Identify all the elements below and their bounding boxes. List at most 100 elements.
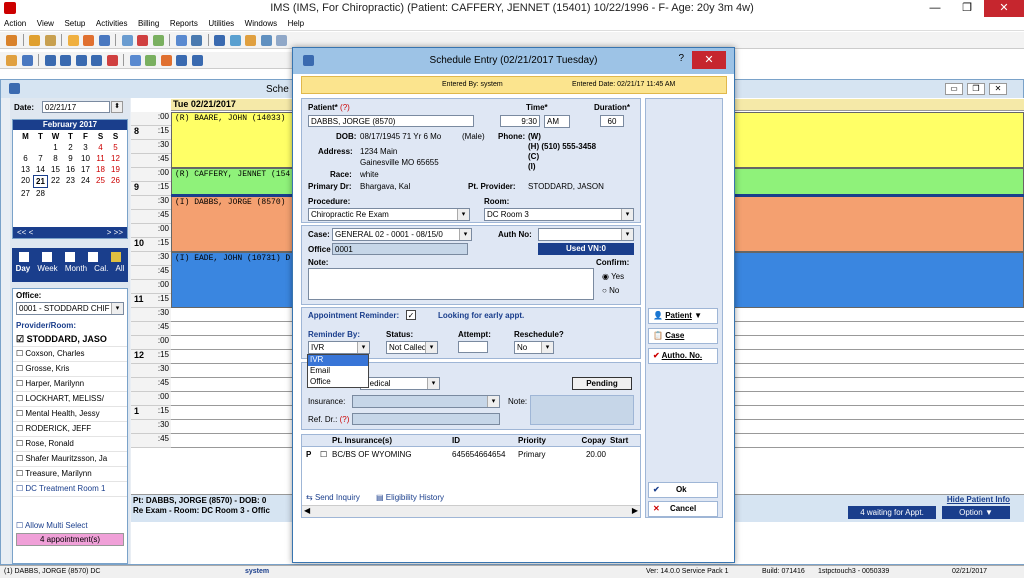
calendar-day[interactable]: 28 <box>33 188 48 199</box>
all-view-icon[interactable] <box>111 252 122 262</box>
patient-button[interactable]: 👤 Patient ▼ <box>648 308 718 324</box>
chart-icon[interactable] <box>83 35 95 46</box>
calendar-day[interactable]: 11 <box>93 153 108 164</box>
calendar-day[interactable]: 3 <box>78 142 93 153</box>
cal-view-icon[interactable] <box>88 252 99 262</box>
ref-dr-field[interactable] <box>352 413 500 425</box>
calendar-day[interactable]: 22 <box>48 175 63 188</box>
scan-icon[interactable] <box>260 35 272 46</box>
provider-item[interactable]: ☐ RODERICK, JEFF <box>13 422 127 437</box>
list-icon[interactable] <box>152 35 164 46</box>
tools-icon[interactable] <box>245 35 257 46</box>
option-button[interactable]: Option ▼ <box>942 506 1010 519</box>
menu-setup[interactable]: Setup <box>60 17 89 30</box>
calendar-icon[interactable] <box>106 55 118 66</box>
provider-item[interactable]: ☐ LOCKHART, MELISS/ <box>13 392 127 407</box>
menu-billing[interactable]: Billing <box>134 17 163 30</box>
calendar-day[interactable]: 15 <box>48 164 63 175</box>
minimize-icon[interactable]: — <box>920 0 950 17</box>
room-select[interactable]: DC Room 3 ▾ <box>484 208 634 221</box>
dialog-close-icon[interactable]: ✕ <box>692 51 726 69</box>
patient-help-link[interactable]: (?) <box>340 103 350 112</box>
stop-icon[interactable] <box>191 55 203 66</box>
send-inquiry-link[interactable]: ⇆ Send Inquiry <box>306 493 360 502</box>
hide-patient-info-link[interactable]: Hide Patient Info <box>947 495 1010 504</box>
provider-checkbox[interactable]: ☐ <box>16 394 25 403</box>
child-minimize-icon[interactable]: ▭ <box>945 83 963 95</box>
provider-item[interactable]: ☐ Grosse, Kris <box>13 362 127 377</box>
patient-field[interactable]: DABBS, JORGE (8570) <box>308 115 474 127</box>
reschedule-select[interactable]: No ▾ <box>514 341 554 354</box>
reminder-option-office[interactable]: Office <box>308 377 368 388</box>
calendar-day[interactable]: 24 <box>78 175 93 188</box>
grid-icon[interactable] <box>175 35 187 46</box>
provider-item[interactable]: ☐ Shafer Mauritzsson, Ja <box>13 452 127 467</box>
provider-item[interactable]: ☑ STODDARD, JASO <box>13 332 127 347</box>
calendar-day[interactable]: 1 <box>48 142 63 153</box>
calendar-day[interactable]: 25 <box>93 175 108 188</box>
provider-checkbox[interactable]: ☐ <box>16 364 25 373</box>
calendar-day[interactable]: 12 <box>108 153 123 164</box>
procedure-select[interactable]: Chiropractic Re Exam ▾ <box>308 208 470 221</box>
calendar-day[interactable]: 10 <box>78 153 93 164</box>
medical-select[interactable]: Medical ▾ <box>360 377 440 390</box>
week-view-icon[interactable] <box>41 252 52 262</box>
menu-help[interactable]: Help <box>284 17 308 30</box>
child-restore-icon[interactable]: ❐ <box>967 83 985 95</box>
allow-multi-select[interactable]: ☐ Allow Multi Select <box>16 521 88 530</box>
flag-icon[interactable] <box>21 55 33 66</box>
provider-checkbox[interactable]: ☐ <box>16 484 25 493</box>
note-field[interactable] <box>308 268 594 300</box>
cancel-button[interactable]: ✕ Cancel <box>648 501 718 517</box>
calendar-day[interactable]: 16 <box>63 164 78 175</box>
globe-icon[interactable] <box>229 35 241 46</box>
calendar-day[interactable]: 19 <box>108 164 123 175</box>
provider-checkbox[interactable]: ☐ <box>16 409 25 418</box>
help-icon[interactable] <box>176 55 188 66</box>
calendar-day[interactable]: 21 <box>33 175 48 188</box>
table-row[interactable]: P ☐ BC/BS OF WYOMING 645654664654 Primar… <box>302 449 640 461</box>
close-icon[interactable]: ✕ <box>984 0 1024 17</box>
day-view-icon[interactable] <box>18 252 29 262</box>
date-spin-icon[interactable]: ⬍ <box>111 101 123 113</box>
folder-icon[interactable] <box>67 35 79 46</box>
menu-view[interactable]: View <box>33 17 58 30</box>
time-field[interactable]: 9:30 <box>500 115 540 127</box>
provider-checkbox[interactable]: ☑ <box>16 334 27 344</box>
view-cal[interactable]: Cal. <box>94 264 108 273</box>
restore-icon[interactable]: ❐ <box>952 0 982 17</box>
calendar-day[interactable]: 20 <box>18 175 33 188</box>
calendar-day[interactable]: 17 <box>78 164 93 175</box>
menu-windows[interactable]: Windows <box>241 17 281 30</box>
status-select[interactable]: Not Called ▾ <box>386 341 438 354</box>
case-button[interactable]: 📋 Case <box>648 328 718 344</box>
reminder-checkbox[interactable]: ✓ <box>406 310 416 320</box>
provider-item[interactable]: ☐ Coxson, Charles <box>13 347 127 362</box>
refresh-icon[interactable] <box>145 55 157 66</box>
provider-item[interactable]: ☐ Harper, Marilynn <box>13 377 127 392</box>
ampm-select[interactable]: AM <box>544 115 570 128</box>
reminder-option-email[interactable]: Email <box>308 366 368 377</box>
calendar-day[interactable]: 23 <box>63 175 78 188</box>
calendar-day[interactable]: 5 <box>108 142 123 153</box>
eligibility-history-link[interactable]: ▤ Eligibility History <box>376 493 444 502</box>
reminder-option-ivr[interactable]: IVR <box>308 355 368 366</box>
first-icon[interactable] <box>44 55 56 66</box>
menu-utilities[interactable]: Utilities <box>204 17 238 30</box>
calendar-day[interactable]: 14 <box>33 164 48 175</box>
calendar-day[interactable]: 26 <box>108 175 123 188</box>
menu-action[interactable]: Action <box>0 17 30 30</box>
document-icon[interactable] <box>98 35 110 46</box>
view-day[interactable]: Day <box>16 264 31 273</box>
auth-no-select[interactable]: ▾ <box>538 228 634 241</box>
date-field[interactable]: 02/21/17 <box>42 101 110 113</box>
office-select[interactable]: 0001 - STODDARD CHIF ▾ <box>16 302 124 315</box>
provider-checkbox[interactable]: ☐ <box>16 349 25 358</box>
provider-checkbox[interactable]: ☐ <box>16 454 25 463</box>
gear-icon[interactable] <box>214 35 226 46</box>
calendar-day[interactable]: 9 <box>63 153 78 164</box>
calendar-day[interactable]: 18 <box>93 164 108 175</box>
insurance-select[interactable]: ▾ <box>352 395 500 408</box>
provider-checkbox[interactable]: ☐ <box>16 379 25 388</box>
provider-item[interactable]: ☐ Rose, Ronald <box>13 437 127 452</box>
